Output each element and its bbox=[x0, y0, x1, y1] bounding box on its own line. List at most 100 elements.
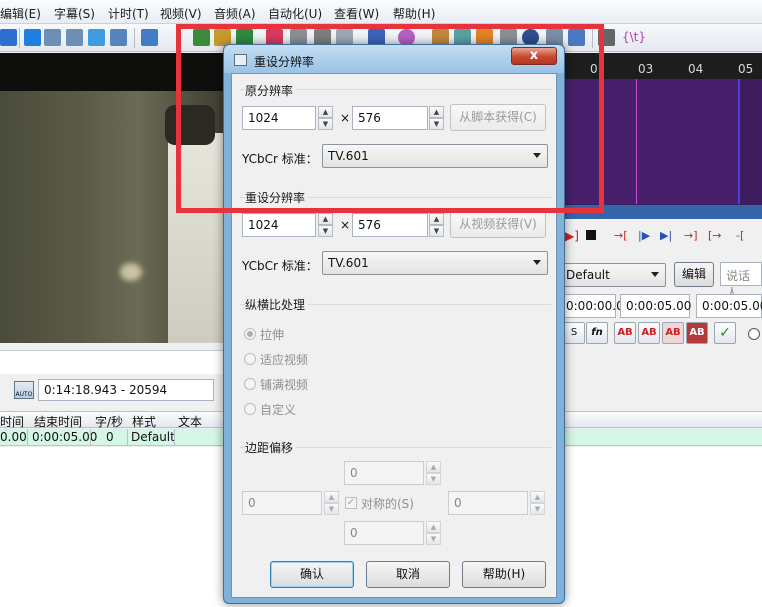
secondary-color-button[interactable]: AB bbox=[638, 322, 660, 344]
toolbar-separator bbox=[134, 28, 135, 48]
zoom-out-icon[interactable] bbox=[66, 29, 83, 46]
aspect-ratio-title: 纵横比处理 bbox=[245, 296, 309, 313]
style-select[interactable]: Default bbox=[560, 263, 666, 287]
play-to-end-icon[interactable]: [→ bbox=[708, 229, 722, 242]
outline-color-button[interactable]: AB bbox=[662, 322, 684, 344]
stop-icon[interactable] bbox=[586, 230, 596, 240]
menu-help[interactable]: 帮助(H) bbox=[393, 5, 435, 22]
margin-left-spinner[interactable]: ▲ ▼ bbox=[324, 491, 339, 515]
close-button[interactable]: x bbox=[511, 47, 557, 65]
column-header-cps[interactable]: 字/秒 bbox=[95, 413, 123, 430]
column-header-style[interactable]: 样式 bbox=[132, 413, 156, 430]
menu-timing[interactable]: 计时(T) bbox=[108, 5, 149, 22]
resolution-icon[interactable] bbox=[193, 29, 210, 46]
margin-right-input[interactable]: 0 bbox=[448, 491, 528, 515]
shadow-color-button[interactable]: AB bbox=[686, 322, 708, 344]
check-icon[interactable] bbox=[568, 29, 585, 46]
play-after-icon[interactable]: →] bbox=[684, 229, 698, 242]
time-mode-radio[interactable] bbox=[748, 328, 760, 340]
symmetric-checkbox[interactable]: ✓ bbox=[345, 497, 357, 509]
dialog-title: 重设分辨率 bbox=[254, 55, 315, 69]
column-header-text[interactable]: 文本 bbox=[178, 413, 202, 430]
zoom-in-icon[interactable] bbox=[44, 29, 61, 46]
cancel-button[interactable]: 取消 bbox=[366, 561, 450, 588]
video-position-field[interactable]: 0:14:18.943 - 20594 bbox=[38, 379, 214, 401]
custom-radio[interactable] bbox=[244, 403, 256, 415]
menu-subtitle[interactable]: 字幕(S) bbox=[54, 5, 95, 22]
strikeout-button[interactable]: S bbox=[563, 322, 585, 344]
fit-video-radio[interactable] bbox=[244, 353, 256, 365]
override-tags-label[interactable]: {\t} bbox=[622, 30, 646, 44]
target-ycbcr-select[interactable]: TV.601 bbox=[322, 251, 548, 275]
end-time-input[interactable]: 0:00:05.00 bbox=[620, 294, 691, 318]
menu-view[interactable]: 查看(W) bbox=[334, 5, 379, 22]
target-resolution-title: 重设分辨率 bbox=[245, 189, 309, 206]
paste-icon[interactable] bbox=[110, 29, 127, 46]
times-symbol: × bbox=[340, 218, 351, 232]
save-icon[interactable] bbox=[0, 29, 17, 46]
from-script-button[interactable]: 从脚本获得(C) bbox=[450, 104, 546, 131]
actor-input[interactable]: 说话人 bbox=[720, 262, 762, 300]
margin-bottom-spinner[interactable]: ▲ ▼ bbox=[426, 521, 441, 545]
margin-top-spinner[interactable]: ▲ ▼ bbox=[426, 461, 441, 485]
duration-input[interactable]: 0:00:05.00 bbox=[696, 294, 762, 318]
menu-edit[interactable]: 编辑(E) bbox=[0, 5, 41, 22]
video-person-shirt bbox=[168, 133, 230, 343]
video-display[interactable] bbox=[0, 53, 230, 343]
auto-scroll-icon[interactable]: AUTO bbox=[14, 381, 34, 399]
original-height-spinner[interactable]: ▲ ▼ bbox=[429, 106, 444, 130]
from-video-button[interactable]: 从视频获得(V) bbox=[450, 211, 546, 238]
times-symbol: × bbox=[340, 111, 351, 125]
menu-bar: 编辑(E) 字幕(S) 计时(T) 视频(V) 音频(A) 自动化(U) 查看(… bbox=[0, 0, 762, 24]
play-start-icon[interactable]: |▶ bbox=[638, 229, 650, 242]
grid-divider bbox=[27, 429, 28, 446]
column-header-end[interactable]: 结束时间 bbox=[34, 413, 82, 430]
original-ycbcr-select[interactable]: TV.601 bbox=[322, 144, 548, 168]
target-width-spinner[interactable]: ▲ ▼ bbox=[318, 213, 333, 237]
margin-right-spinner[interactable]: ▲ ▼ bbox=[530, 491, 545, 515]
original-width-spinner[interactable]: ▲ ▼ bbox=[318, 106, 333, 130]
jump-icon[interactable] bbox=[24, 29, 41, 46]
dialog-title-bar[interactable]: 重设分辨率 x bbox=[224, 45, 564, 73]
margin-top-input[interactable]: 0 bbox=[344, 461, 424, 485]
play-before-icon[interactable]: →[ bbox=[614, 229, 628, 242]
original-height-input[interactable]: 576 bbox=[352, 106, 428, 130]
fill-video-radio[interactable] bbox=[244, 378, 256, 390]
menu-video[interactable]: 视频(V) bbox=[160, 5, 202, 22]
lead-in-icon[interactable]: -[ bbox=[736, 229, 744, 242]
style-select-value: Default bbox=[566, 268, 610, 282]
play-end-icon[interactable]: ▶| bbox=[660, 229, 672, 242]
audio-scrollbar[interactable] bbox=[562, 205, 762, 219]
style-icon[interactable] bbox=[141, 29, 158, 46]
stretch-radio[interactable] bbox=[244, 328, 256, 340]
play-selection-icon[interactable]: ▶] bbox=[565, 229, 579, 243]
menu-automation[interactable]: 自动化(U) bbox=[268, 5, 322, 22]
custom-label: 自定义 bbox=[260, 403, 297, 417]
timeline-tick: 04 bbox=[688, 62, 704, 76]
audio-selection bbox=[562, 79, 738, 204]
select-icon[interactable] bbox=[88, 29, 105, 46]
ok-button[interactable]: 确认 bbox=[270, 561, 354, 588]
video-light bbox=[120, 263, 142, 281]
menu-audio[interactable]: 音频(A) bbox=[214, 5, 256, 22]
start-time-input[interactable]: 0:00:00.00 bbox=[560, 294, 631, 318]
commit-icon[interactable]: ✓ bbox=[714, 322, 736, 344]
audio-controls: ▶] →[ |▶ ▶| →] [→ -[ bbox=[562, 226, 762, 246]
primary-color-button[interactable]: AB bbox=[614, 322, 636, 344]
margin-offset-title: 边距偏移 bbox=[245, 439, 297, 456]
tools-icon[interactable] bbox=[598, 29, 615, 46]
font-button[interactable]: fn bbox=[586, 322, 608, 344]
resample-resolution-dialog: 重设分辨率 x 原分辨率 1024 ▲ ▼ × 576 ▲ ▼ 从脚本获得(C) Y… bbox=[223, 44, 565, 604]
target-height-spinner[interactable]: ▲ ▼ bbox=[429, 213, 444, 237]
original-width-input[interactable]: 1024 bbox=[242, 106, 316, 130]
margin-bottom-input[interactable]: 0 bbox=[344, 521, 424, 545]
cell-cps: 0 bbox=[106, 430, 114, 444]
target-width-input[interactable]: 1024 bbox=[242, 213, 316, 237]
target-height-input[interactable]: 576 bbox=[352, 213, 428, 237]
help-button[interactable]: 帮助(H) bbox=[462, 561, 546, 588]
edit-style-button[interactable]: 编辑 bbox=[674, 262, 714, 287]
column-header-start[interactable]: 时间 bbox=[0, 413, 24, 430]
subtitle-edit-box[interactable] bbox=[0, 350, 230, 374]
dialog-body: 原分辨率 1024 ▲ ▼ × 576 ▲ ▼ 从脚本获得(C) YCbCr 标准：… bbox=[231, 73, 557, 598]
margin-left-input[interactable]: 0 bbox=[242, 491, 322, 515]
